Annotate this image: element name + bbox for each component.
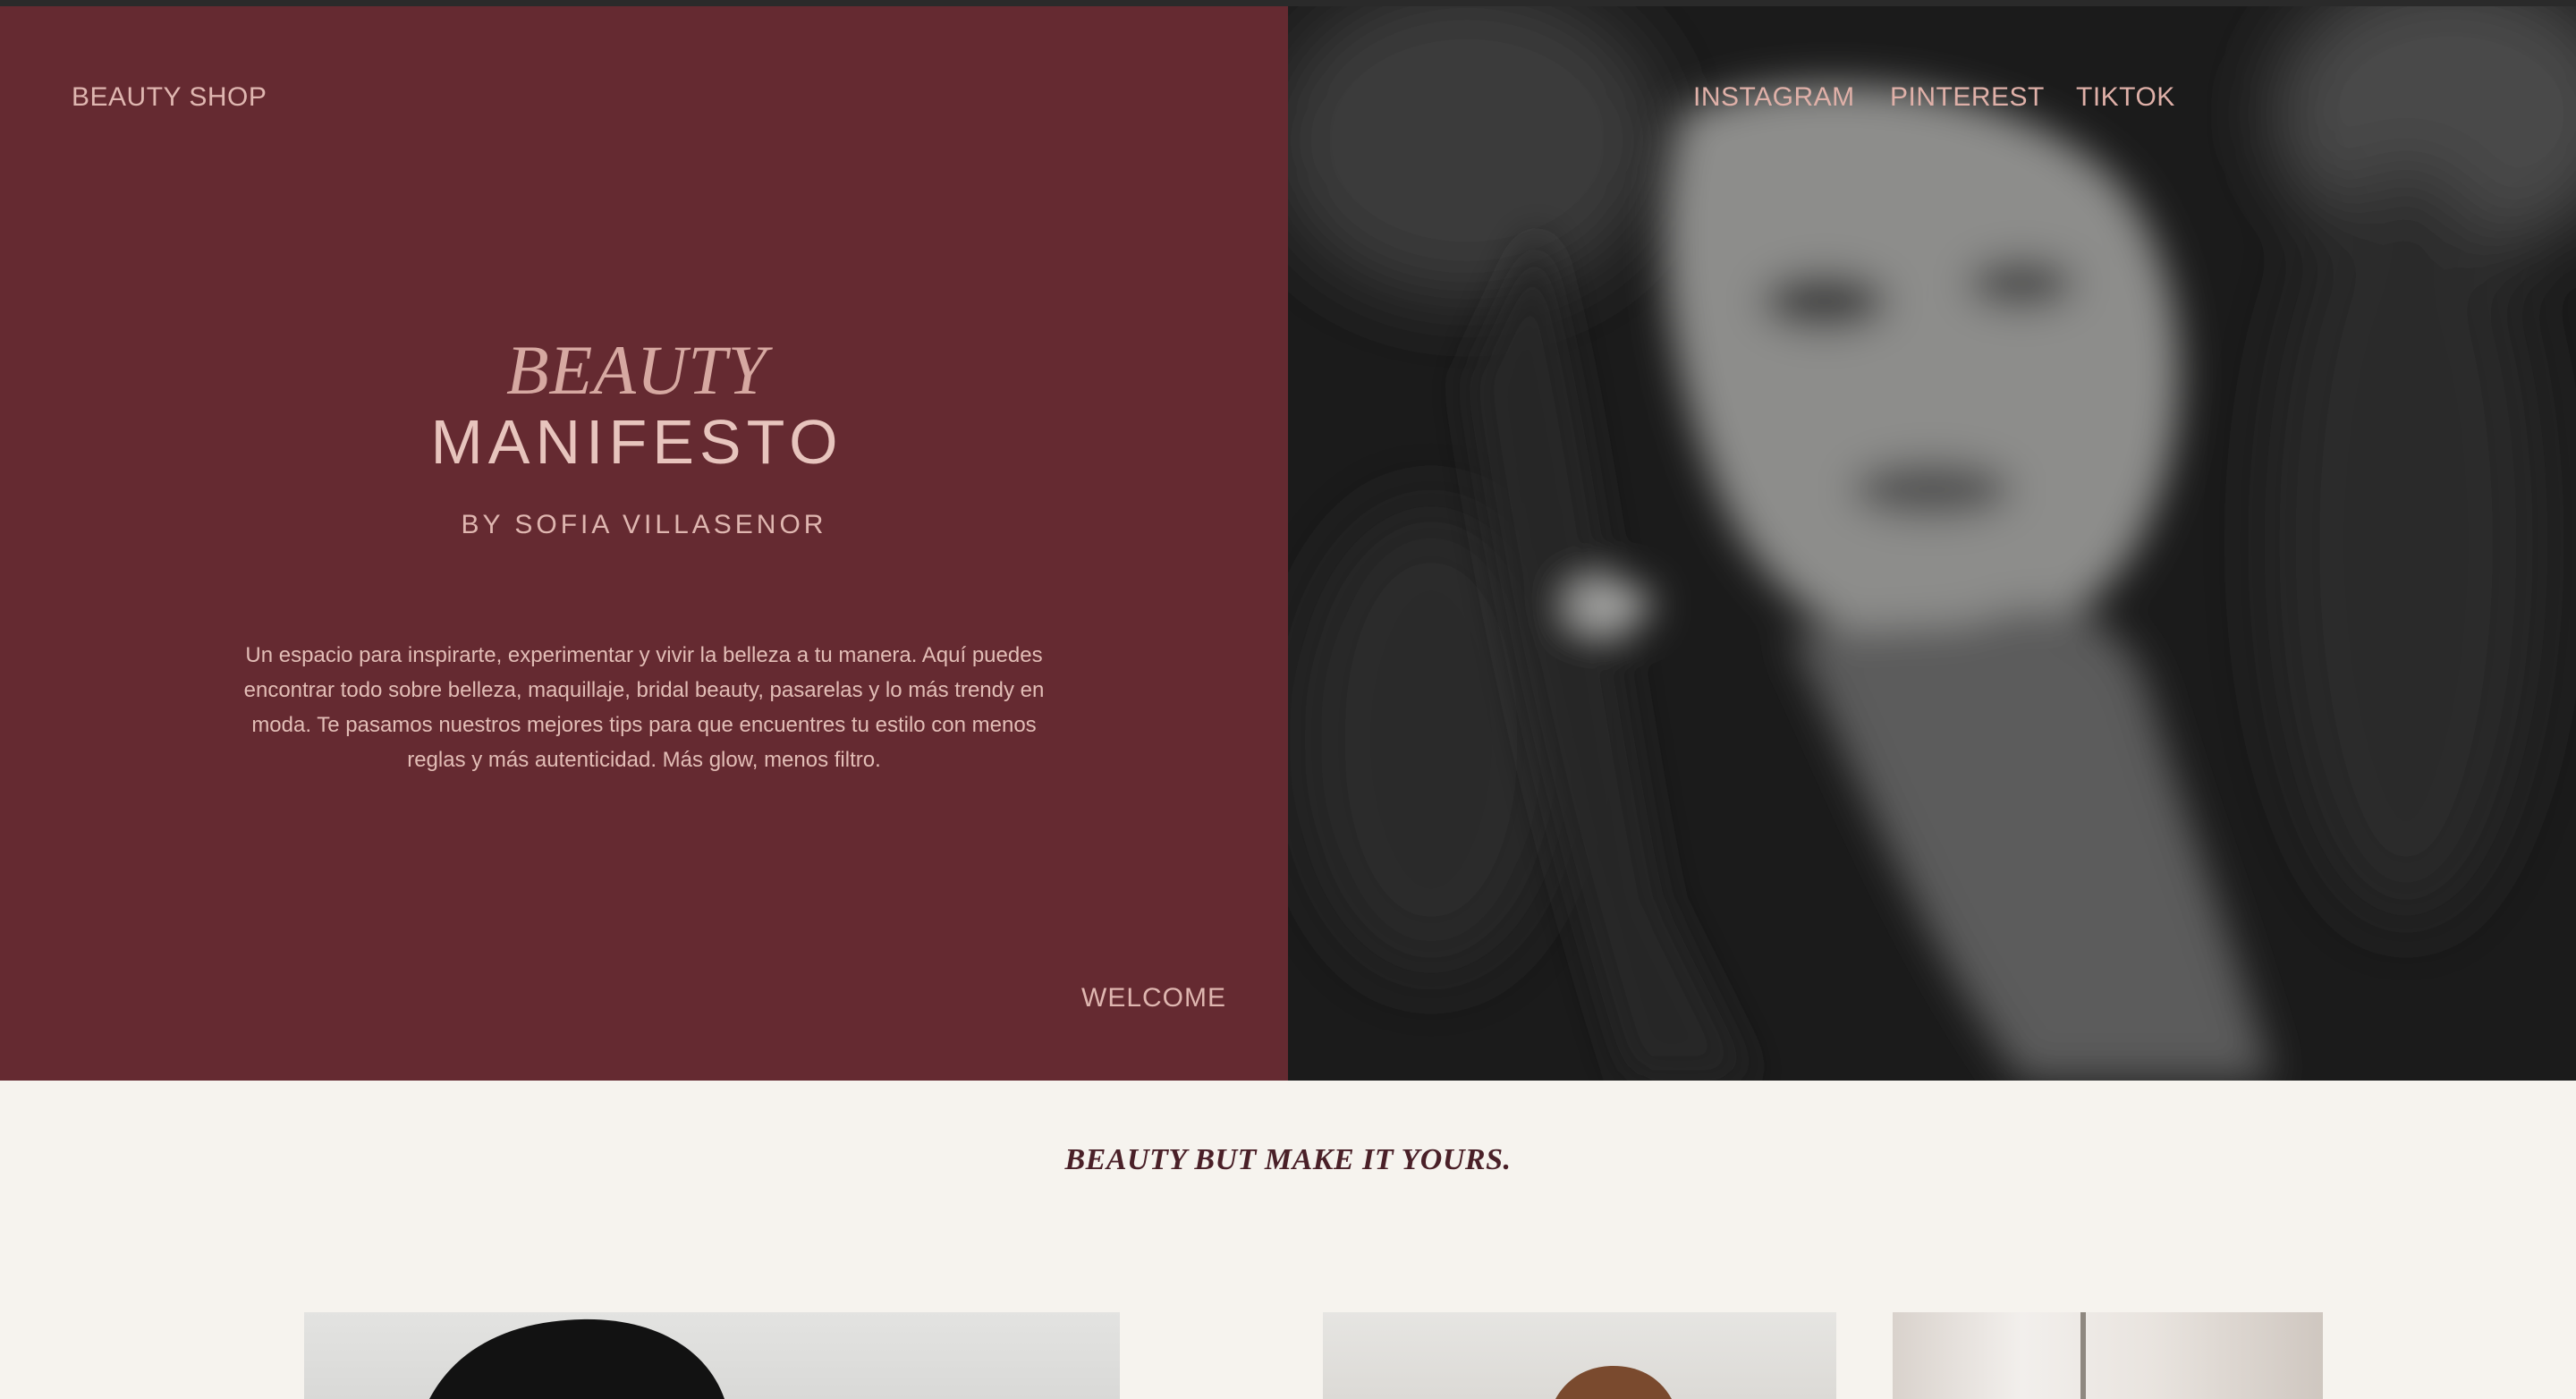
section-tagline: BEAUTY BUT MAKE IT YOURS. [1064, 1143, 1512, 1176]
brand-logo-link[interactable]: BEAUTY SHOP [72, 82, 267, 113]
welcome-link[interactable]: WELCOME [1081, 983, 1226, 1013]
gallery-image-1[interactable] [304, 1312, 1120, 1399]
hero-byline: BY SOFIA VILLASENOR [461, 510, 827, 539]
hero-text-panel: BEAUTY SHOP BEAUTY MANIFESTO BY SOFIA VI… [0, 6, 1288, 1081]
hair-crown-shape [1555, 1366, 1672, 1399]
instagram-link[interactable]: INSTAGRAM [1693, 82, 1855, 113]
gallery-image-3[interactable] [1893, 1312, 2323, 1399]
hero-title-script: BEAUTY [505, 331, 768, 409]
gallery-image-2[interactable] [1323, 1312, 1836, 1399]
hero-intro-text: Un espacio para inspirarte, experimentar… [243, 643, 1045, 772]
curtain-shape [2080, 1312, 2086, 1399]
portrait-illustration [1288, 6, 2576, 1081]
tiktok-link[interactable]: TIKTOK [2076, 82, 2175, 113]
hero-section: BEAUTY SHOP BEAUTY MANIFESTO BY SOFIA VI… [0, 6, 2576, 1081]
top-border [0, 0, 2576, 6]
hair-crown-shape [429, 1318, 724, 1399]
hero-title-main: MANIFESTO [430, 407, 843, 477]
pinterest-link[interactable]: PINTEREST [1890, 82, 2045, 113]
hero-portrait-image [1288, 6, 2576, 1081]
